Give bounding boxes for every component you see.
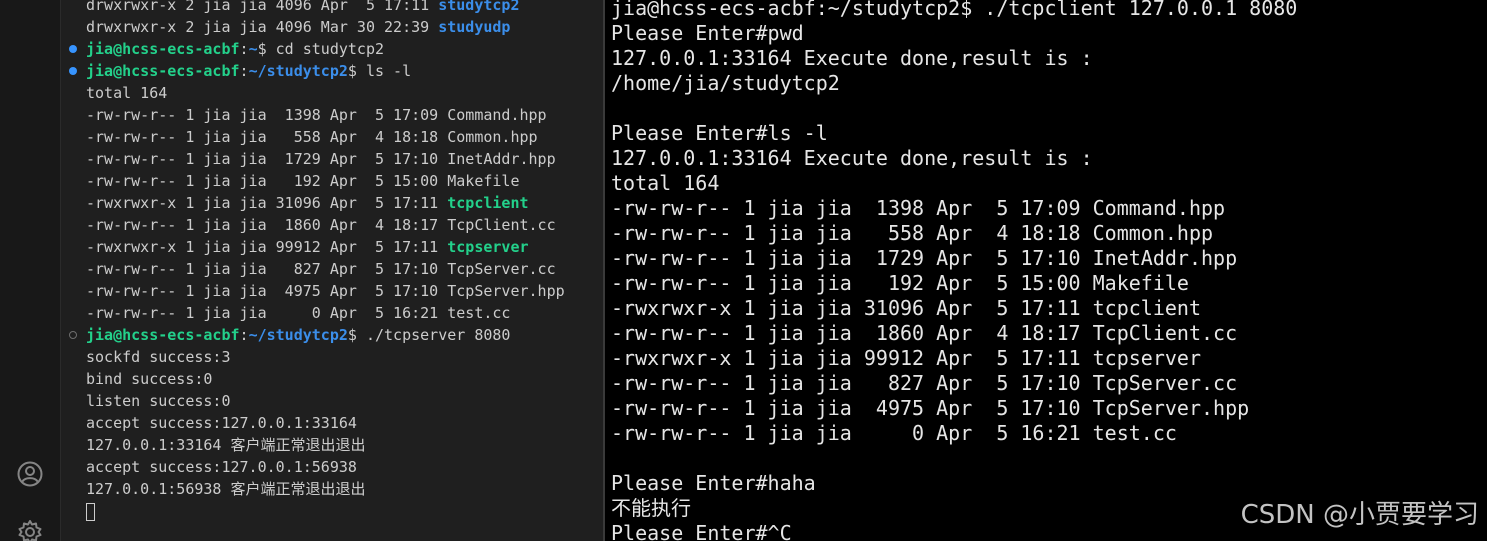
terminal-line: -rw-rw-r-- 1 jia jia 827 Apr 5 17:10 Tcp… <box>611 371 1238 395</box>
terminal-text: -rw-rw-r-- 1 jia jia 827 Apr 5 17:10 Tcp… <box>86 260 556 278</box>
directory-name: studyudp <box>438 18 511 36</box>
prompt-path: ~/studytcp2 <box>248 62 348 80</box>
terminal-line: -rw-rw-r-- 1 jia jia 1860 Apr 4 18:17 Tc… <box>611 321 1238 345</box>
terminal-line: sockfd success:3 <box>66 346 603 368</box>
terminal-text: 127.0.0.1:33164 客户端正常退出退出 <box>86 436 366 454</box>
vscode-terminal-panel[interactable]: drwxrwxr-x 2 jia jia 4096 Apr 5 17:11 st… <box>0 0 603 541</box>
terminal-line: jia@hcss-ecs-acbf:~/studytcp2$ ./tcpserv… <box>66 324 603 346</box>
terminal-line: /home/jia/studytcp2 <box>611 71 840 95</box>
terminal-line: total 164 <box>611 171 720 195</box>
terminal-line: bind success:0 <box>66 368 603 390</box>
terminal-line: -rwxrwxr-x 1 jia jia 99912 Apr 5 17:11 t… <box>611 346 1202 370</box>
terminal-line: -rw-rw-r-- 1 jia jia 4975 Apr 5 17:10 Tc… <box>66 280 603 302</box>
terminal-line: 127.0.0.1:33164 Execute done,result is : <box>611 146 1093 170</box>
terminal-text: total 164 <box>86 84 168 102</box>
command-running-dot-icon[interactable] <box>69 331 77 339</box>
terminal-line: -rw-rw-r-- 1 jia jia 4975 Apr 5 17:10 Tc… <box>611 396 1250 420</box>
terminal-text: -rwxrwxr-x 1 jia jia 99912 Apr 5 17:11 <box>86 238 448 256</box>
terminal-text: bind success:0 <box>86 370 213 388</box>
terminal-line: Please Enter#^C <box>611 521 792 541</box>
terminal-text: -rw-rw-r-- 1 jia jia 1398 Apr 5 17:09 Co… <box>86 106 547 124</box>
terminal-line: -rwxrwxr-x 1 jia jia 99912 Apr 5 17:11 t… <box>66 236 603 258</box>
terminal-text: $ ./tcpserver 8080 <box>347 326 511 344</box>
terminal-text: accept success:127.0.0.1:33164 <box>86 414 357 432</box>
terminal-text: : <box>239 40 249 58</box>
terminal-text: $ ls -l <box>347 62 412 80</box>
terminal-line: -rw-rw-r-- 1 jia jia 192 Apr 5 15:00 Mak… <box>66 170 603 192</box>
directory-name: studytcp2 <box>438 0 520 14</box>
terminal-line: -rw-rw-r-- 1 jia jia 1729 Apr 5 17:10 In… <box>611 246 1238 270</box>
terminal-text: -rw-rw-r-- 1 jia jia 4975 Apr 5 17:10 Tc… <box>86 282 565 300</box>
terminal-line: drwxrwxr-x 2 jia jia 4096 Mar 30 22:39 s… <box>66 16 603 38</box>
terminal-text: drwxrwxr-x 2 jia jia 4096 Mar 30 22:39 <box>86 18 439 36</box>
terminal-text: 127.0.0.1:56938 客户端正常退出退出 <box>86 480 366 498</box>
terminal-line: Please Enter#ls -l <box>611 121 828 145</box>
prompt-user-host: jia@hcss-ecs-acbf <box>86 326 240 344</box>
left-terminal-output[interactable]: drwxrwxr-x 2 jia jia 4096 Apr 5 17:11 st… <box>66 0 603 522</box>
terminal-line: drwxrwxr-x 2 jia jia 4096 Apr 5 17:11 st… <box>66 0 603 16</box>
activity-bar <box>0 0 61 541</box>
terminal-line: jia@hcss-ecs-acbf:~/studytcp2$ ./tcpclie… <box>611 0 1298 20</box>
terminal-text: -rw-rw-r-- 1 jia jia 192 Apr 5 15:00 Mak… <box>86 172 520 190</box>
terminal-line: jia@hcss-ecs-acbf:~/studytcp2$ ls -l <box>66 60 603 82</box>
prompt-path: ~/studytcp2 <box>248 326 348 344</box>
terminal-line: -rw-rw-r-- 1 jia jia 0 Apr 5 16:21 test.… <box>611 421 1177 445</box>
executable-name: tcpclient <box>447 194 529 212</box>
prompt-user-host: jia@hcss-ecs-acbf <box>86 40 240 58</box>
terminal-text: -rw-rw-r-- 1 jia jia 558 Apr 4 18:18 Com… <box>86 128 538 146</box>
terminal-line: accept success:127.0.0.1:33164 <box>66 412 603 434</box>
terminal-cursor <box>86 502 95 521</box>
terminal-line: -rw-rw-r-- 1 jia jia 827 Apr 5 17:10 Tcp… <box>66 258 603 280</box>
terminal-line: -rw-rw-r-- 1 jia jia 1860 Apr 4 18:17 Tc… <box>66 214 603 236</box>
terminal-text: $ cd studytcp2 <box>257 40 385 58</box>
terminal-text: accept success:127.0.0.1:56938 <box>86 458 357 476</box>
terminal-line: jia@hcss-ecs-acbf:~$ cd studytcp2 <box>66 38 603 60</box>
terminal-text: -rw-rw-r-- 1 jia jia 1729 Apr 5 17:10 In… <box>86 150 556 168</box>
terminal-line: Please Enter#haha <box>611 471 816 495</box>
terminal-line: 不能执行 <box>611 496 691 520</box>
account-icon[interactable] <box>16 460 44 488</box>
terminal-line: listen success:0 <box>66 390 603 412</box>
terminal-line: -rw-rw-r-- 1 jia jia 558 Apr 4 18:18 Com… <box>66 126 603 148</box>
terminal-line: 127.0.0.1:33164 Execute done,result is : <box>611 46 1093 70</box>
terminal-text: : <box>239 62 249 80</box>
terminal-text: -rw-rw-r-- 1 jia jia 0 Apr 5 16:21 test.… <box>86 304 511 322</box>
terminal-text: drwxrwxr-x 2 jia jia 4096 Apr 5 17:11 <box>86 0 439 14</box>
settings-gear-icon[interactable] <box>16 518 44 541</box>
terminal-line: Please Enter#pwd <box>611 21 804 45</box>
terminal-cursor-line[interactable] <box>66 500 603 522</box>
command-success-dot-icon[interactable] <box>69 67 77 75</box>
terminal-text: : <box>239 326 249 344</box>
terminal-line: -rw-rw-r-- 1 jia jia 192 Apr 5 15:00 Mak… <box>611 271 1189 295</box>
watermark: CSDN @小贾要学习 <box>1240 500 1479 530</box>
prompt-user-host: jia@hcss-ecs-acbf <box>86 62 240 80</box>
terminal-line: 127.0.0.1:33164 客户端正常退出退出 <box>66 434 603 456</box>
terminal-line: total 164 <box>66 82 603 104</box>
terminal-line: -rwxrwxr-x 1 jia jia 31096 Apr 5 17:11 t… <box>66 192 603 214</box>
terminal-text: -rwxrwxr-x 1 jia jia 31096 Apr 5 17:11 <box>86 194 448 212</box>
terminal-line: -rw-rw-r-- 1 jia jia 558 Apr 4 18:18 Com… <box>611 221 1214 245</box>
terminal-line: -rw-rw-r-- 1 jia jia 0 Apr 5 16:21 test.… <box>66 302 603 324</box>
terminal-line: accept success:127.0.0.1:56938 <box>66 456 603 478</box>
command-success-dot-icon[interactable] <box>69 45 77 53</box>
terminal-line: 127.0.0.1:56938 客户端正常退出退出 <box>66 478 603 500</box>
terminal-text: sockfd success:3 <box>86 348 231 366</box>
terminal-line: -rw-rw-r-- 1 jia jia 1398 Apr 5 17:09 Co… <box>611 196 1226 220</box>
prompt-path: ~ <box>248 40 258 58</box>
terminal-text: listen success:0 <box>86 392 231 410</box>
executable-name: tcpserver <box>447 238 529 256</box>
client-terminal[interactable]: -rw-rw-r-- 1 jia jia 0 Apr 5 16:21 test.… <box>605 0 1487 541</box>
terminal-text: -rw-rw-r-- 1 jia jia 1860 Apr 4 18:17 Tc… <box>86 216 556 234</box>
terminal-line: -rwxrwxr-x 1 jia jia 31096 Apr 5 17:11 t… <box>611 296 1202 320</box>
terminal-line: -rw-rw-r-- 1 jia jia 1398 Apr 5 17:09 Co… <box>66 104 603 126</box>
terminal-line: -rw-rw-r-- 1 jia jia 1729 Apr 5 17:10 In… <box>66 148 603 170</box>
right-terminal-output[interactable]: -rw-rw-r-- 1 jia jia 0 Apr 5 16:21 test.… <box>611 0 1297 541</box>
